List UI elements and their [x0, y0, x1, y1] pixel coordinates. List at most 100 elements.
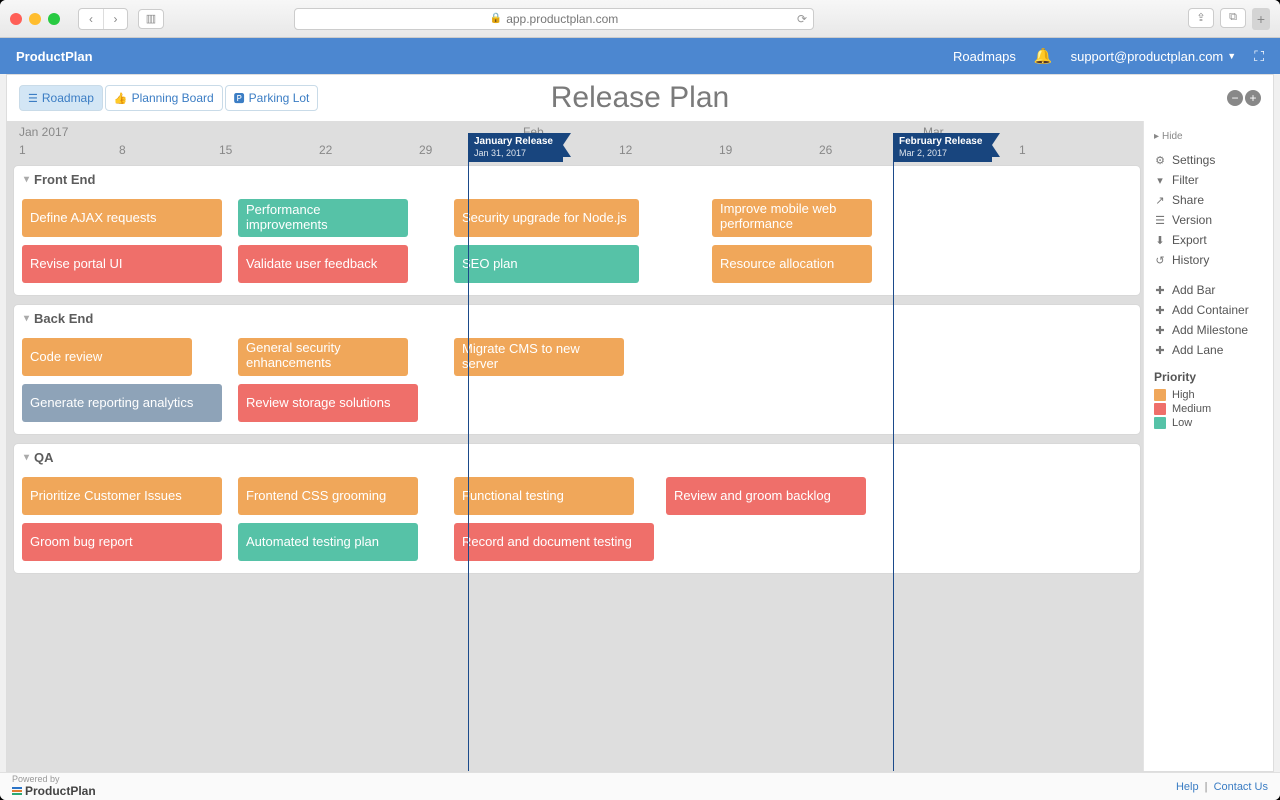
priority-heading: Priority: [1154, 370, 1263, 384]
help-link[interactable]: Help: [1176, 781, 1199, 793]
chevron-down-icon: ▾: [24, 452, 29, 463]
brand-logo[interactable]: ProductPlan: [16, 49, 93, 64]
roadmap-bar[interactable]: Record and document testing: [454, 523, 654, 561]
contact-link[interactable]: Contact Us: [1214, 781, 1268, 793]
day-label: 29: [419, 143, 432, 157]
lane-header[interactable]: ▾Front End: [14, 166, 1140, 193]
back-button[interactable]: ‹: [79, 9, 103, 29]
day-label: 19: [719, 143, 732, 157]
roadmap-bar[interactable]: SEO plan: [454, 245, 639, 283]
legend-label: Low: [1172, 417, 1192, 429]
zoom-in[interactable]: +: [1245, 90, 1261, 106]
lane-name: QA: [34, 450, 54, 465]
roadmap-bar[interactable]: Automated testing plan: [238, 523, 418, 561]
roadmap-bar[interactable]: Security upgrade for Node.js: [454, 199, 639, 237]
roadmap-bar[interactable]: Performance improvements: [238, 199, 408, 237]
roadmap-bar[interactable]: Review storage solutions: [238, 384, 418, 422]
legend-item[interactable]: High: [1154, 388, 1263, 402]
filter-icon: ▾: [1154, 174, 1166, 187]
lock-icon: 🔒: [490, 13, 502, 24]
lane-name: Front End: [34, 172, 95, 187]
plus-icon: ✚: [1154, 344, 1166, 357]
milestone-title: February Release: [899, 136, 982, 148]
share-button[interactable]: ⇪: [1188, 8, 1214, 28]
lane: ▾ QA Prioritize Customer Issues Frontend CS…: [13, 443, 1141, 574]
plus-icon: ✚: [1154, 304, 1166, 317]
roadmap-bar[interactable]: Generate reporting analytics: [22, 384, 222, 422]
roadmap-bar[interactable]: Resource allocation: [712, 245, 872, 283]
roadmap-bar[interactable]: Validate user feedback: [238, 245, 408, 283]
roadmap-bar[interactable]: General security enhancements: [238, 338, 408, 376]
roadmap-bar[interactable]: Migrate CMS to new server: [454, 338, 624, 376]
day-label: 1: [1019, 143, 1026, 157]
lane-header[interactable]: ▾Back End: [14, 305, 1140, 332]
footer-brand: ProductPlan: [25, 784, 96, 798]
roadmap-bar[interactable]: Prioritize Customer Issues: [22, 477, 222, 515]
add-lane[interactable]: ✚Add Lane: [1154, 340, 1263, 360]
close-window[interactable]: [10, 13, 22, 25]
roadmap-bar[interactable]: Groom bug report: [22, 523, 222, 561]
roadmap-bar[interactable]: Improve mobile web performance: [712, 199, 872, 237]
zoom-out[interactable]: −: [1227, 90, 1243, 106]
view-tabs: ☰Roadmap 👍Planning Board 🅿Parking Lot: [19, 85, 318, 111]
milestone[interactable]: February Release Mar 2, 2017: [893, 133, 894, 771]
gear-icon: ⚙: [1154, 154, 1166, 167]
menu-share[interactable]: ↗Share: [1154, 190, 1263, 210]
sidebar-toggle[interactable]: ▥: [138, 9, 164, 29]
maximize-window[interactable]: [48, 13, 60, 25]
user-email: support@productplan.com: [1071, 49, 1224, 64]
tabs-button[interactable]: ⧉: [1220, 8, 1246, 28]
share-icon: ↗: [1154, 194, 1166, 207]
legend-item[interactable]: Low: [1154, 416, 1263, 430]
hide-panel[interactable]: ▸Hide: [1154, 131, 1263, 142]
fullscreen-icon[interactable]: ⛶: [1254, 48, 1264, 65]
forward-button[interactable]: ›: [103, 9, 127, 29]
app-bar: ProductPlan Roadmaps 🔔 support@productpl…: [0, 38, 1280, 74]
milestone-title: January Release: [474, 136, 553, 148]
roadmap-bar[interactable]: Define AJAX requests: [22, 199, 222, 237]
roadmap-bar[interactable]: Code review: [22, 338, 192, 376]
roadmap-bar[interactable]: Revise portal UI: [22, 245, 222, 283]
version-icon: ☰: [1154, 214, 1166, 227]
tab-roadmap[interactable]: ☰Roadmap: [19, 85, 103, 111]
right-panel: ▸Hide ⚙Settings ▾Filter ↗Share ☰Version …: [1143, 121, 1273, 771]
window-controls: [10, 13, 60, 25]
lane-header[interactable]: ▾ QA: [14, 444, 1140, 471]
roadmap-bar[interactable]: Functional testing: [454, 477, 634, 515]
notifications-icon[interactable]: 🔔: [1034, 47, 1053, 65]
add-container[interactable]: ✚Add Container: [1154, 300, 1263, 320]
legend-item[interactable]: Medium: [1154, 402, 1263, 416]
milestone[interactable]: January Release Jan 31, 2017: [468, 133, 469, 771]
new-tab-button[interactable]: +: [1252, 8, 1270, 30]
tab-planning-board[interactable]: 👍Planning Board: [105, 85, 223, 111]
browser-chrome: ‹ › ▥ 🔒 app.productplan.com ⟳ ⇪ ⧉ +: [0, 0, 1280, 38]
roadmap-bar[interactable]: Frontend CSS grooming: [238, 477, 418, 515]
menu-version[interactable]: ☰Version: [1154, 210, 1263, 230]
minimize-window[interactable]: [29, 13, 41, 25]
nav-back-forward: ‹ ›: [78, 8, 128, 30]
content-area: ☰Roadmap 👍Planning Board 🅿Parking Lot Re…: [6, 74, 1274, 772]
menu-history[interactable]: ↺History: [1154, 250, 1263, 270]
menu-export[interactable]: ⬇Export: [1154, 230, 1263, 250]
roadmap-bar[interactable]: Review and groom backlog: [666, 477, 866, 515]
user-menu[interactable]: support@productplan.com ▼: [1071, 49, 1237, 64]
add-milestone[interactable]: ✚Add Milestone: [1154, 320, 1263, 340]
milestone-date: Jan 31, 2017: [474, 148, 553, 159]
zoom-controls: − +: [1227, 90, 1261, 106]
menu-filter[interactable]: ▾Filter: [1154, 170, 1263, 190]
add-bar[interactable]: ✚Add Bar: [1154, 280, 1263, 300]
history-icon: ↺: [1154, 254, 1166, 267]
tab-parking-lot[interactable]: 🅿Parking Lot: [225, 85, 319, 111]
timeline[interactable]: Jan 2017 Feb Mar 18152229512192651 Janua…: [7, 121, 1143, 771]
plus-icon: ✚: [1154, 324, 1166, 337]
day-label: 1: [19, 143, 26, 157]
day-label: 15: [219, 143, 232, 157]
export-icon: ⬇: [1154, 234, 1166, 247]
logo-icon: [12, 787, 22, 795]
reload-icon[interactable]: ⟳: [797, 12, 807, 26]
legend-swatch: [1154, 417, 1166, 429]
menu-settings[interactable]: ⚙Settings: [1154, 150, 1263, 170]
url-bar[interactable]: 🔒 app.productplan.com ⟳: [294, 8, 814, 30]
roadmap-icon: ☰: [28, 92, 38, 105]
nav-roadmaps[interactable]: Roadmaps: [953, 49, 1016, 64]
